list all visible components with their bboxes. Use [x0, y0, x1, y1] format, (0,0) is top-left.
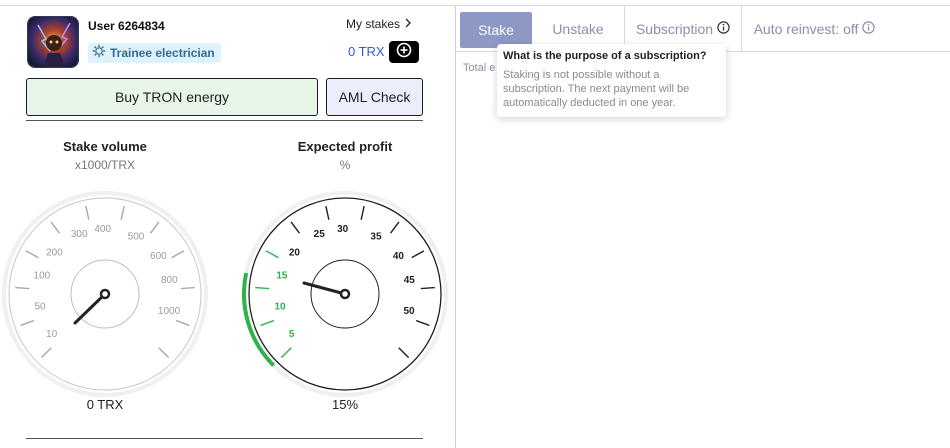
tab-auto-reinvest[interactable]: Auto reinvest: off: [742, 6, 887, 52]
buy-tron-energy-button[interactable]: Buy TRON energy: [26, 78, 318, 116]
balance-value: 0 TRX: [348, 44, 385, 59]
gear-icon: [92, 44, 106, 63]
info-icon[interactable]: [862, 21, 876, 37]
gauge-tick-label: 300: [71, 229, 88, 240]
gauge-tick-label: 5: [289, 329, 295, 340]
gauge-tick-label: 50: [34, 301, 46, 312]
gauge-tick-label: 30: [337, 224, 349, 235]
tick-mark: [255, 286, 270, 290]
tab-auto-reinvest-label: Auto reinvest: off: [753, 21, 859, 37]
add-balance-button[interactable]: [389, 41, 419, 63]
gauge-tick-label: 800: [161, 275, 178, 286]
subscription-tooltip: What is the purpose of a subscription? S…: [497, 44, 726, 117]
gauge-tick-label: 100: [34, 271, 51, 282]
tick-mark: [180, 286, 195, 290]
my-stakes-label: My stakes: [346, 17, 401, 31]
tab-stake[interactable]: Stake: [460, 12, 532, 48]
gauge-tick-label: 10: [46, 329, 58, 340]
expected-profit-unit: %: [339, 158, 351, 172]
gauge-tick-label: 500: [128, 232, 145, 243]
gauge-tick-label: 200: [46, 248, 63, 259]
gauge-tick-label: 50: [403, 306, 415, 317]
stake-volume-gauge[interactable]: 10 50 100 200 300 400 500 600 800 1000: [2, 191, 208, 397]
gauge-tick-label: 1000: [158, 306, 181, 317]
tooltip-body: Staking is not possible without a subscr…: [503, 69, 690, 109]
role-badge: Trainee electrician: [88, 43, 221, 63]
aml-check-button[interactable]: AML Check: [326, 78, 423, 116]
avatar[interactable]: [27, 16, 79, 68]
tab-subscription-label: Subscription: [635, 21, 714, 37]
gauge-tick-label: 45: [404, 275, 416, 286]
gauge-tick-label: 10: [274, 301, 286, 312]
tooltip-title: What is the purpose of a subscription?: [503, 50, 707, 62]
gauge-tick-label: 25: [314, 229, 326, 240]
my-stakes-link[interactable]: My stakes: [346, 17, 412, 31]
role-label: Trainee electrician: [110, 46, 215, 60]
stake-volume-unit: x1000/TRX: [74, 158, 136, 172]
chevron-right-icon: [404, 17, 412, 31]
expected-profit-title: Expected profit: [297, 139, 393, 154]
stake-needle-hub: [99, 288, 111, 300]
tick-mark: [420, 286, 435, 290]
gauge-tick-label: 35: [370, 232, 382, 243]
divider: [26, 120, 423, 121]
username: User 6264834: [88, 19, 165, 33]
gauge-tick-label: 15: [276, 271, 288, 282]
tick-mark: [15, 286, 30, 290]
gauge-tick-label: 40: [393, 251, 405, 262]
profit-needle-hub: [339, 288, 351, 300]
plus-circle-icon: [396, 42, 412, 63]
divider: [26, 438, 423, 439]
expected-profit-value: 15%: [331, 397, 359, 412]
expected-profit-gauge[interactable]: 5 10 15 20 25 30 35 40 45 50: [242, 191, 448, 397]
gauge-tick-label: 600: [150, 251, 167, 262]
gauge-tick-label: 400: [94, 224, 111, 235]
stake-volume-title: Stake volume: [63, 139, 147, 154]
app-root: User 6264834 Trainee electrician My stak…: [0, 0, 950, 448]
left-panel: User 6264834 Trainee electrician My stak…: [0, 6, 455, 448]
gauge-tick-label: 20: [289, 248, 301, 259]
panel-divider: [455, 6, 456, 448]
info-icon[interactable]: [717, 21, 730, 37]
total-label: Total e: [463, 62, 496, 74]
stake-volume-value: 0 TRX: [86, 397, 124, 412]
